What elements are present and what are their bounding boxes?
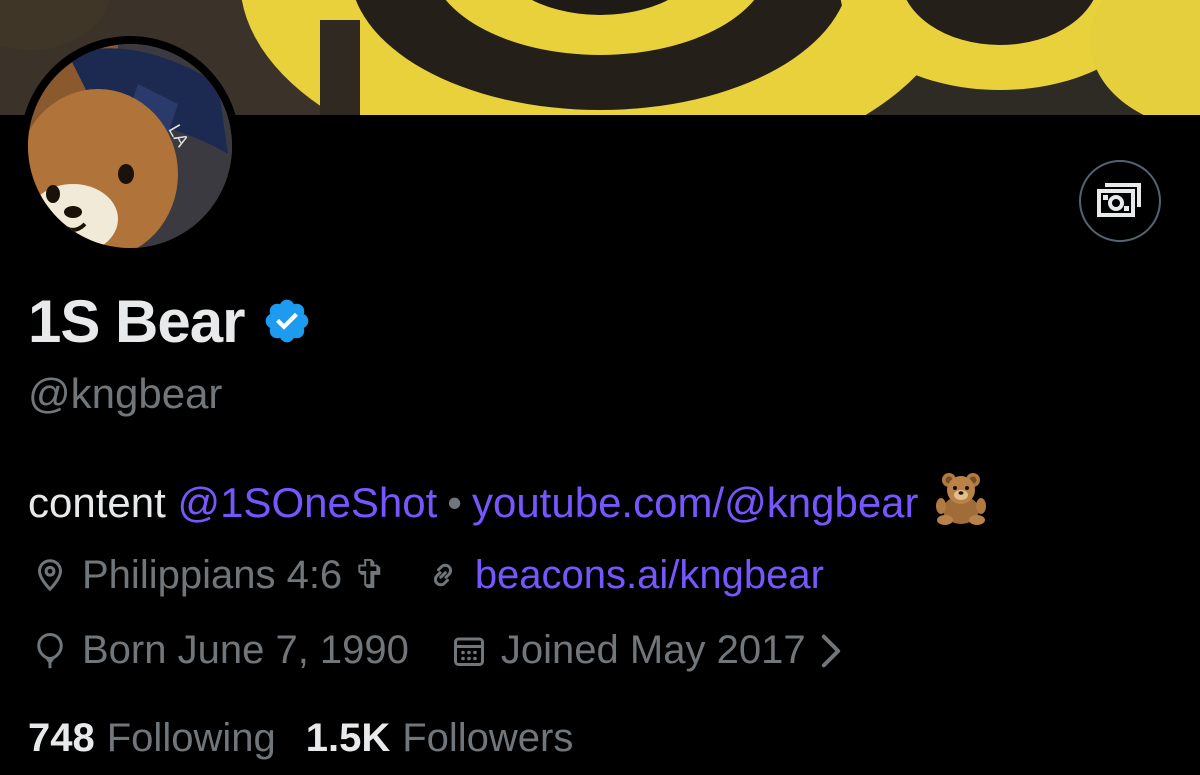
- profile-avatar[interactable]: LA: [20, 36, 240, 256]
- joined-date[interactable]: Joined May 2017: [451, 628, 856, 673]
- following-label: Following: [106, 716, 276, 760]
- following-count: 748: [28, 716, 95, 760]
- birthday-text: Born June 7, 1990: [82, 628, 409, 672]
- bio: content @1SOneShot • youtube.com/@kngbear: [28, 470, 989, 536]
- followers-label: Followers: [402, 716, 574, 760]
- teddy-bear-photo: LA: [28, 44, 232, 248]
- following-link[interactable]: 748 Following: [28, 716, 276, 761]
- birthday: Born June 7, 1990: [32, 628, 409, 673]
- verified-badge-icon[interactable]: [262, 296, 312, 346]
- followers-link[interactable]: 1.5K Followers: [306, 716, 574, 761]
- location-pin-icon: [37, 559, 63, 592]
- link-icon: [433, 563, 452, 587]
- subscribe-button[interactable]: [1079, 160, 1161, 242]
- bio-separator: •: [447, 479, 462, 526]
- profile-meta-row-2: Born June 7, 1990 Joined May 2017: [32, 628, 856, 673]
- profile-meta-row-1: Philippians 4:6 ✞ beacons.ai/kngbear: [32, 552, 824, 598]
- location-text: Philippians 4:6 ✞: [82, 553, 387, 597]
- bio-youtube-link[interactable]: youtube.com/@kngbear: [472, 479, 919, 527]
- display-name: 1S Bear: [28, 287, 245, 355]
- calendar-icon: [453, 637, 484, 666]
- name-row: 1S Bear: [28, 287, 312, 355]
- money-icon: [1097, 183, 1141, 217]
- bio-text: content: [28, 479, 166, 526]
- chevron-right-icon: [821, 634, 840, 667]
- joined-text: Joined May 2017: [500, 628, 806, 672]
- teddy-bear-icon: [933, 470, 989, 536]
- follow-stats: 748 Following 1.5K Followers: [28, 716, 573, 761]
- location: Philippians 4:6 ✞: [32, 552, 387, 598]
- handle: @kngbear: [28, 370, 223, 417]
- website[interactable]: beacons.ai/kngbear: [425, 553, 824, 598]
- followers-count: 1.5K: [305, 716, 391, 760]
- website-link[interactable]: beacons.ai/kngbear: [475, 553, 824, 598]
- balloon-icon: [37, 632, 63, 668]
- bio-mention-link[interactable]: @1SOneShot: [177, 479, 437, 527]
